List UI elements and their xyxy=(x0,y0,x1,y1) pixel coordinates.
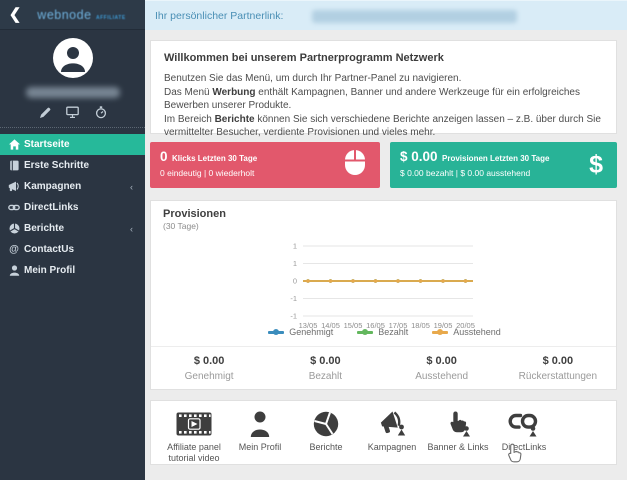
sidebar-item-directlinks[interactable]: DirectLinks xyxy=(0,197,145,218)
sidebar-item-label: DirectLinks xyxy=(24,202,79,213)
stopwatch-icon xyxy=(95,106,106,119)
chain-links-icon xyxy=(508,408,540,439)
clicks-sub: 0 eindeutig | 0 wiederholt xyxy=(160,168,255,178)
partner-link-bar: Ihr persönlicher Partnerlink: xyxy=(145,0,627,30)
timer-button[interactable] xyxy=(94,106,108,119)
redacted-username xyxy=(25,87,120,98)
brand-suffix: affiliate xyxy=(96,14,126,21)
total-bezahlt: $ 0.00 Bezahlt xyxy=(308,355,343,382)
dollar-icon: $ xyxy=(589,150,603,179)
home-icon xyxy=(8,139,20,151)
shortcut-berichte[interactable]: Berichte xyxy=(293,408,359,464)
svg-text:1: 1 xyxy=(293,242,297,251)
brand-logo[interactable]: webnode affiliate xyxy=(30,6,145,24)
at-icon: @ xyxy=(9,243,19,255)
user-icon xyxy=(60,47,85,72)
edit-profile-button[interactable] xyxy=(38,106,52,119)
totals-row: $ 0.00 Genehmigt $ 0.00 Bezahlt $ 0.00 A… xyxy=(151,346,616,390)
welcome-panel: Willkommen bei unserem Partnerprogramm N… xyxy=(150,40,617,138)
link-icon xyxy=(8,202,20,214)
avatar xyxy=(52,38,93,78)
redacted-partner-link[interactable] xyxy=(312,10,517,23)
sidebar-item-contactus[interactable]: @ ContactUs xyxy=(0,239,145,260)
partner-link-label: Ihr persönlicher Partnerlink: xyxy=(155,10,284,22)
shortcut-tutorial-video[interactable]: Affiliate panel tutorial video xyxy=(161,408,227,464)
clicks-value: 0 xyxy=(160,149,168,164)
sidebar-item-label: Startseite xyxy=(24,139,70,150)
pencil-icon xyxy=(39,107,50,118)
sidebar-item-label: Erste Schritte xyxy=(24,160,90,171)
profile-actions xyxy=(0,106,145,119)
screen-button[interactable] xyxy=(66,106,80,119)
film-play-icon xyxy=(176,408,212,439)
clicks-label: Klicks Letzten 30 Tage xyxy=(171,154,258,163)
shortcut-directlinks[interactable]: DirectLinks xyxy=(491,408,557,464)
profile-block xyxy=(0,30,145,128)
legend-marker xyxy=(268,329,285,335)
legend-item-genehmigt[interactable]: Genehmigt xyxy=(268,327,333,337)
legend-item-ausstehend[interactable]: Ausstehend xyxy=(432,327,501,337)
shortcut-mein-profil[interactable]: Mein Profil xyxy=(227,408,293,464)
welcome-title: Willkommen bei unserem Partnerprogramm N… xyxy=(164,52,444,64)
sidebar-item-erste-schritte[interactable]: Erste Schritte xyxy=(0,155,145,176)
total-rueckerstattungen: $ 0.00 Rückerstattungen xyxy=(518,355,598,382)
provisions-stat-card: $ 0.00 Provisionen Letzten 30 Tage $ 0.0… xyxy=(390,142,617,188)
chevron-left-icon: ‹ xyxy=(130,223,133,234)
megaphone-icon xyxy=(377,408,407,439)
chart-title: Provisionen xyxy=(163,208,226,220)
svg-text:0: 0 xyxy=(293,277,297,286)
sidebar-item-label: Mein Profil xyxy=(24,265,76,276)
monitor-icon xyxy=(66,106,79,118)
sidebar-item-label: Berichte xyxy=(24,223,65,234)
sidebar-item-kampagnen[interactable]: Kampagnen ‹ xyxy=(0,176,145,197)
sidebar: ❮ webnode affiliate xyxy=(0,0,145,480)
shortcuts-panel: Affiliate panel tutorial video Mein Prof… xyxy=(150,400,617,465)
sidebar-header: ❮ webnode affiliate xyxy=(0,0,145,30)
chevron-left-icon: ‹ xyxy=(130,181,133,192)
clicks-stat-card: 0 Klicks Letzten 30 Tage 0 eindeutig | 0… xyxy=(150,142,380,188)
shortcut-kampagnen[interactable]: Kampagnen xyxy=(359,408,425,464)
svg-text:1: 1 xyxy=(293,259,297,268)
book-icon xyxy=(8,160,20,172)
pie-chart-icon xyxy=(313,408,339,439)
sidebar-item-label: Kampagnen xyxy=(24,181,82,192)
provisions-sub: $ 0.00 bezahlt | $ 0.00 ausstehend xyxy=(400,168,531,178)
legend-item-bezahlt[interactable]: Bezahlt xyxy=(357,327,408,337)
provisions-value: $ 0.00 xyxy=(400,149,438,164)
svg-text:-1: -1 xyxy=(290,294,297,303)
svg-text:-1: -1 xyxy=(290,312,297,321)
sidebar-item-startseite[interactable]: Startseite xyxy=(0,134,145,155)
total-ausstehend: $ 0.00 Ausstehend xyxy=(415,355,469,382)
sidebar-item-mein-profil[interactable]: Mein Profil xyxy=(0,260,145,281)
sidebar-item-label: ContactUs xyxy=(24,244,75,255)
hand-click-icon xyxy=(445,408,472,439)
mouse-icon xyxy=(344,149,366,181)
mouse-cursor xyxy=(507,443,524,469)
welcome-text: Benutzen Sie das Menü, um durch Ihr Part… xyxy=(164,73,601,138)
provisions-chart-panel: Provisionen (30 Tage) 1 1 0 -1 -1 13/05 14/05 1… xyxy=(150,200,617,390)
total-genehmigt: $ 0.00 Genehmigt xyxy=(184,355,234,382)
pie-chart-icon xyxy=(8,223,20,235)
welcome-line-1: Benutzen Sie das Menü, um durch Ihr Part… xyxy=(164,73,462,84)
legend-marker xyxy=(432,329,449,335)
legend-marker xyxy=(357,329,374,335)
provisions-label: Provisionen Letzten 30 Tage xyxy=(442,154,550,163)
megaphone-icon xyxy=(8,181,20,193)
chart-legend: Genehmigt Bezahlt Ausstehend xyxy=(151,327,618,337)
user-icon xyxy=(250,408,270,439)
shortcut-banner-links[interactable]: Banner & Links xyxy=(425,408,491,464)
brand-name: webnode xyxy=(37,7,92,22)
line-chart: 110-1-113/05 14/05 15/05 16/05 17/05 18/05 19/… xyxy=(290,242,475,331)
sidebar-menu: Startseite Erste Schritte Kampagnen ‹ Di… xyxy=(0,134,145,281)
sidebar-item-berichte[interactable]: Berichte ‹ xyxy=(0,218,145,239)
collapse-sidebar-button[interactable]: ❮ xyxy=(0,0,30,30)
user-icon xyxy=(8,265,20,277)
sidebar-divider xyxy=(0,127,145,128)
